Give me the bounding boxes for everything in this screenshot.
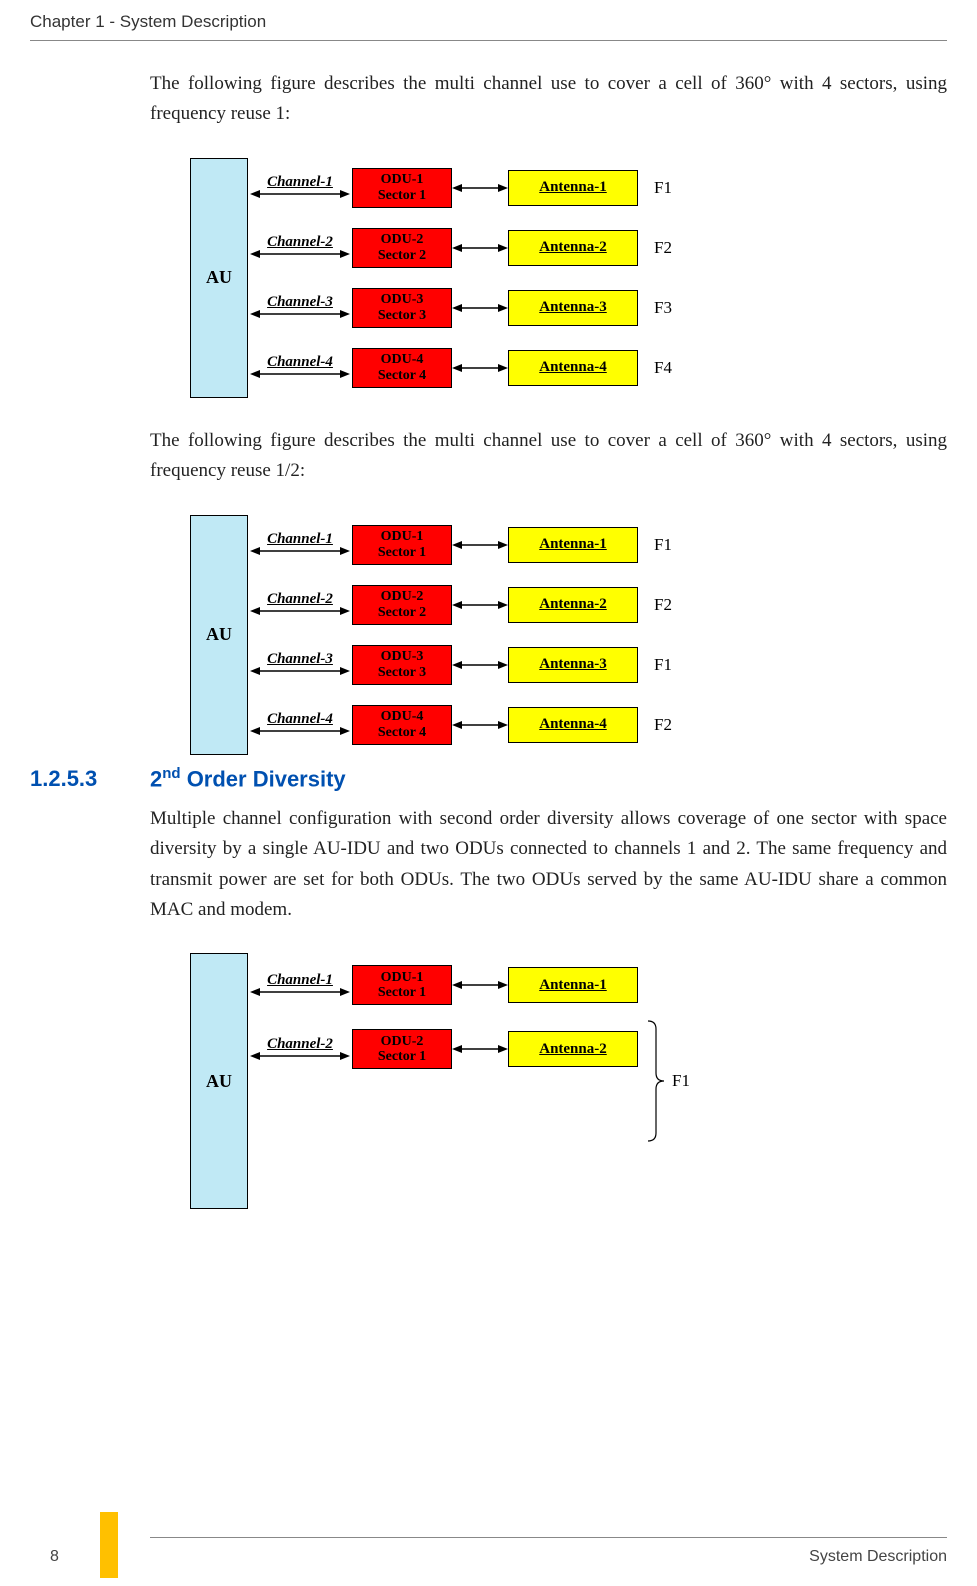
double-arrow-icon: [452, 719, 508, 731]
au-box: AU: [190, 515, 248, 755]
antenna-box: Antenna-1: [508, 527, 638, 563]
diagram-row: Channel-1 ODU-1Sector 1 Antenna-1 F1: [248, 515, 684, 575]
odu-box: ODU-1Sector 1: [352, 525, 452, 565]
bracket-icon: [646, 1017, 666, 1145]
double-arrow-icon: [452, 599, 508, 611]
odu-box: ODU-1Sector 1: [352, 965, 452, 1005]
page-header: Chapter 1 - System Description: [0, 0, 977, 40]
double-arrow-icon: [250, 188, 350, 200]
section-title: 2nd Order Diversity: [150, 765, 346, 792]
diagram-row: Channel-2 ODU-2Sector 2 Antenna-2 F2: [248, 218, 684, 278]
odu-box: ODU-4Sector 4: [352, 705, 452, 745]
diagram-row: Channel-3 ODU-3Sector 3 Antenna-3 F3: [248, 278, 684, 338]
frequency-label: F1: [672, 1071, 702, 1091]
footer-title: System Description: [809, 1548, 947, 1566]
frequency-label: F1: [654, 178, 684, 198]
frequency-label: F2: [654, 595, 684, 615]
au-box: AU: [190, 953, 248, 1209]
frequency-label: F2: [654, 238, 684, 258]
frequency-label: F1: [654, 655, 684, 675]
figure-diversity: AU Channel-1 ODU-1Sector 1 Antenna-1 Cha…: [190, 953, 947, 1209]
diagram-row: Channel-2 ODU-2Sector 1 Antenna-2: [248, 1017, 638, 1081]
antenna-box: Antenna-3: [508, 647, 638, 683]
antenna-box: Antenna-3: [508, 290, 638, 326]
odu-box: ODU-3Sector 3: [352, 645, 452, 685]
frequency-label: F4: [654, 358, 684, 378]
double-arrow-icon: [250, 665, 350, 677]
antenna-box: Antenna-1: [508, 967, 638, 1003]
frequency-label: F1: [654, 535, 684, 555]
antenna-box: Antenna-4: [508, 707, 638, 743]
au-box: AU: [190, 158, 248, 398]
double-arrow-icon: [250, 368, 350, 380]
antenna-box: Antenna-2: [508, 1031, 638, 1067]
diagram-row: Channel-4 ODU-4Sector 4 Antenna-4 F2: [248, 695, 684, 755]
antenna-box: Antenna-1: [508, 170, 638, 206]
header-divider: [30, 40, 947, 41]
double-arrow-icon: [452, 659, 508, 671]
paragraph: The following figure describes the multi…: [150, 69, 947, 130]
double-arrow-icon: [452, 302, 508, 314]
double-arrow-icon: [250, 248, 350, 260]
double-arrow-icon: [250, 605, 350, 617]
odu-box: ODU-4Sector 4: [352, 348, 452, 388]
odu-box: ODU-1Sector 1: [352, 168, 452, 208]
diagram-row: Channel-3 ODU-3Sector 3 Antenna-3 F1: [248, 635, 684, 695]
diagram-row: Channel-1 ODU-1Sector 1 Antenna-1: [248, 953, 638, 1017]
double-arrow-icon: [250, 1050, 350, 1062]
diagram-row: Channel-2 ODU-2Sector 2 Antenna-2 F2: [248, 575, 684, 635]
odu-box: ODU-3Sector 3: [352, 288, 452, 328]
diagram-row: Channel-4 ODU-4Sector 4 Antenna-4 F4: [248, 338, 684, 398]
double-arrow-icon: [250, 725, 350, 737]
odu-box: ODU-2Sector 2: [352, 585, 452, 625]
antenna-box: Antenna-2: [508, 587, 638, 623]
double-arrow-icon: [452, 1043, 508, 1055]
odu-box: ODU-2Sector 1: [352, 1029, 452, 1069]
paragraph: The following figure describes the multi…: [150, 426, 947, 487]
double-arrow-icon: [452, 979, 508, 991]
paragraph: Multiple channel configuration with seco…: [150, 804, 947, 926]
double-arrow-icon: [452, 182, 508, 194]
double-arrow-icon: [452, 362, 508, 374]
page-number: 8: [50, 1548, 59, 1566]
odu-box: ODU-2Sector 2: [352, 228, 452, 268]
double-arrow-icon: [452, 539, 508, 551]
page-footer: 8 System Description: [0, 1537, 977, 1566]
section-number: 1.2.5.3: [30, 766, 150, 792]
antenna-box: Antenna-2: [508, 230, 638, 266]
double-arrow-icon: [250, 308, 350, 320]
figure-reuse-half: AU Channel-1 ODU-1Sector 1 Antenna-1 F1 …: [190, 515, 947, 755]
page-tab: [100, 1512, 118, 1578]
diagram-row: Channel-1 ODU-1Sector 1 Antenna-1 F1: [248, 158, 684, 218]
double-arrow-icon: [452, 242, 508, 254]
antenna-box: Antenna-4: [508, 350, 638, 386]
footer-divider: [150, 1537, 947, 1538]
frequency-label: F2: [654, 715, 684, 735]
section-heading: 1.2.5.3 2nd Order Diversity: [0, 765, 977, 792]
frequency-label: F3: [654, 298, 684, 318]
double-arrow-icon: [250, 986, 350, 998]
figure-reuse-1: AU Channel-1 ODU-1Sector 1 Antenna-1 F1 …: [190, 158, 947, 398]
double-arrow-icon: [250, 545, 350, 557]
